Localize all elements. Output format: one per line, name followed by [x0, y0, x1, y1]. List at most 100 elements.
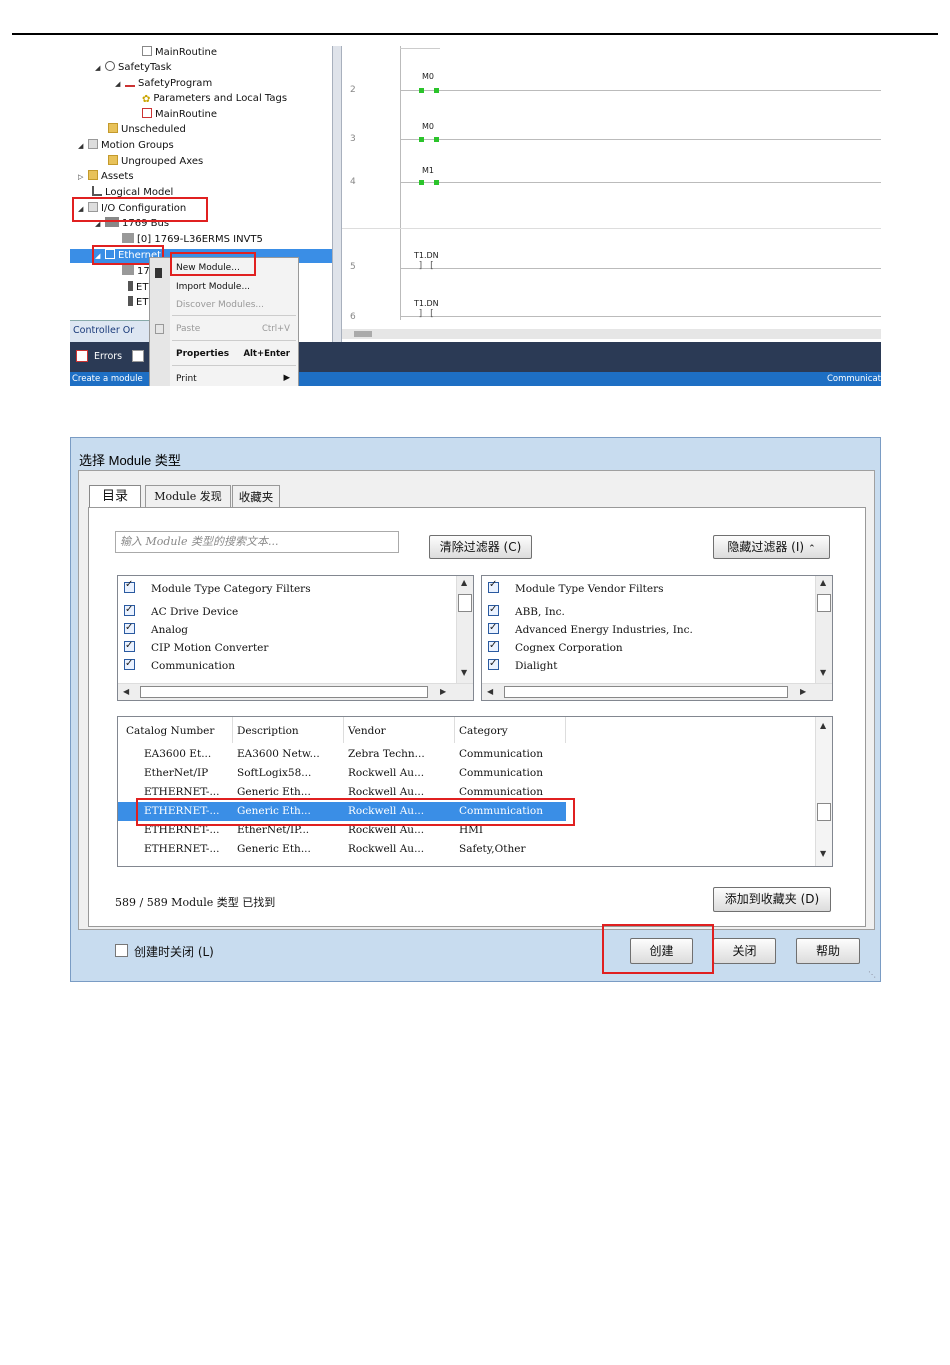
column-header-vendor[interactable]: Vendor: [348, 725, 386, 737]
scroll-left-icon[interactable]: ◀: [487, 687, 493, 696]
filter-item[interactable]: Analog: [124, 620, 188, 638]
scroll-thumb[interactable]: [817, 594, 831, 612]
menu-item-paste[interactable]: Paste: [176, 324, 200, 334]
tree-item-safetytask[interactable]: ◢ SafetyTask: [95, 61, 172, 75]
expand-icon[interactable]: ◢: [95, 61, 105, 75]
expand-icon[interactable]: ◢: [115, 77, 125, 91]
collapse-icon[interactable]: ▷: [78, 170, 88, 184]
checkbox[interactable]: [124, 638, 135, 654]
tree-item-et-2[interactable]: ET: [128, 296, 148, 310]
horizontal-scrollbar[interactable]: ◀ ▶: [118, 683, 473, 700]
checkbox[interactable]: [488, 602, 499, 618]
select-all-checkbox[interactable]: [124, 579, 135, 593]
tree-item-unscheduled[interactable]: Unscheduled: [108, 123, 186, 137]
scroll-down-icon[interactable]: ▼: [820, 668, 826, 677]
errors-icon[interactable]: [76, 350, 88, 362]
vendor-filters-list: Module Type Vendor Filters ABB, Inc. Adv…: [481, 575, 833, 701]
tree-item-module-17[interactable]: 17: [122, 265, 150, 279]
tree-item-ungrouped-axes[interactable]: Ungrouped Axes: [108, 155, 203, 169]
hide-filters-button[interactable]: 隐藏过滤器 (I) ⌃: [713, 535, 830, 559]
checkbox[interactable]: [124, 656, 135, 672]
vertical-scrollbar[interactable]: ▲ ▼: [815, 576, 832, 684]
close-button[interactable]: 关闭: [713, 938, 776, 964]
rung-number: 3: [350, 134, 356, 144]
scroll-thumb[interactable]: [140, 686, 428, 698]
filter-item[interactable]: Cognex Corporation: [488, 638, 623, 656]
tree-item-parameters[interactable]: ✿ Parameters and Local Tags: [142, 92, 287, 106]
select-all-checkbox[interactable]: [488, 579, 499, 593]
controller-organizer-tab[interactable]: Controller Or: [70, 320, 150, 342]
highlight-create-button: [602, 924, 714, 974]
scroll-thumb[interactable]: [817, 803, 831, 821]
scroll-right-icon[interactable]: ▶: [440, 687, 446, 696]
checkbox[interactable]: [124, 602, 135, 618]
vertical-scrollbar[interactable]: ▲ ▼: [815, 717, 832, 866]
tree-item-et-1[interactable]: ET: [128, 281, 148, 295]
add-to-favorites-button[interactable]: 添加到收藏夹 (D): [713, 887, 831, 912]
checkbox[interactable]: [488, 656, 499, 672]
vertical-scrollbar[interactable]: ▲ ▼: [456, 576, 473, 684]
filter-item[interactable]: Dialight: [488, 656, 557, 674]
scroll-up-icon[interactable]: ▲: [820, 721, 826, 730]
column-header-category[interactable]: Category: [459, 725, 508, 737]
ladder-hscrollbar[interactable]: [342, 329, 881, 339]
rung-line[interactable]: [400, 90, 881, 91]
column-divider[interactable]: [454, 717, 455, 743]
scroll-left-icon[interactable]: ◀: [123, 687, 129, 696]
filter-item[interactable]: AC Drive Device: [124, 602, 238, 620]
tab-catalog[interactable]: 目录: [89, 485, 141, 507]
tab-favorites[interactable]: 收藏夹: [232, 485, 280, 507]
resize-grip-icon[interactable]: ⋱: [868, 970, 876, 979]
menu-item-properties[interactable]: Properties: [176, 349, 229, 359]
checkbox[interactable]: [488, 638, 499, 654]
close-on-create-checkbox[interactable]: [115, 944, 128, 957]
scroll-thumb[interactable]: [504, 686, 788, 698]
filter-item[interactable]: ABB, Inc.: [488, 602, 565, 620]
checkbox[interactable]: [488, 620, 499, 636]
scroll-thumb[interactable]: [354, 331, 372, 337]
rung-line[interactable]: [400, 268, 881, 269]
column-divider[interactable]: [343, 717, 344, 743]
scroll-thumb[interactable]: [458, 594, 472, 612]
rung-line[interactable]: [400, 182, 881, 183]
tree-item-motion-groups[interactable]: ◢ Motion Groups: [78, 139, 174, 153]
pane-splitter[interactable]: [332, 46, 342, 346]
errors-tab-label[interactable]: Errors: [94, 351, 122, 362]
scroll-down-icon[interactable]: ▼: [820, 849, 826, 858]
close-on-create-option[interactable]: 创建时关闭 (L): [115, 943, 214, 960]
tree-item-safetyprogram[interactable]: ◢ SafetyProgram: [115, 77, 212, 91]
scroll-up-icon[interactable]: ▲: [820, 578, 826, 587]
rung-line[interactable]: [400, 139, 881, 140]
column-divider[interactable]: [232, 717, 233, 743]
tab-module-discovery[interactable]: Module 发现: [145, 485, 231, 507]
help-button[interactable]: 帮助: [796, 938, 860, 964]
filter-item[interactable]: Communication: [124, 656, 235, 674]
tree-item-mainroutine[interactable]: MainRoutine: [142, 46, 217, 60]
scroll-up-icon[interactable]: ▲: [461, 578, 467, 587]
menu-item-discover-modules[interactable]: Discover Modules...: [176, 300, 264, 310]
menu-item-import-module[interactable]: Import Module...: [176, 282, 250, 292]
column-header-description[interactable]: Description: [237, 725, 299, 737]
filter-item[interactable]: Advanced Energy Industries, Inc.: [488, 620, 693, 638]
tree-item-assets[interactable]: ▷ Assets: [78, 170, 134, 184]
clear-filters-button[interactable]: 清除过滤器 (C): [429, 535, 532, 559]
checkbox[interactable]: [124, 620, 135, 636]
filter-item[interactable]: CIP Motion Converter: [124, 638, 268, 656]
column-header-catalog-number[interactable]: Catalog Number: [126, 725, 214, 737]
energized-contact-right: [434, 180, 439, 185]
search-results-icon[interactable]: [132, 350, 144, 362]
horizontal-scrollbar[interactable]: ◀ ▶: [482, 683, 832, 700]
ladder-editor: 2 M0 3 M0 4 M1 5 T1.DN ] [ 6 T1.DN ] [: [342, 46, 881, 322]
scroll-right-icon[interactable]: ▶: [800, 687, 806, 696]
expand-icon[interactable]: ◢: [78, 139, 88, 153]
table-row[interactable]: EA3600 Et... EA3600 Netw... Zebra Techn...…: [118, 745, 813, 764]
table-row[interactable]: ETHERNET-... Generic Eth... Rockwell Au...…: [118, 840, 813, 859]
table-row[interactable]: EtherNet/IP SoftLogix58... Rockwell Au... C…: [118, 764, 813, 783]
search-input[interactable]: 输入 Module 类型的搜索文本...: [115, 531, 399, 553]
page-top-rule: [12, 33, 938, 35]
column-divider[interactable]: [565, 717, 566, 743]
rung-line[interactable]: [400, 316, 881, 317]
menu-item-print[interactable]: Print: [176, 374, 197, 384]
scroll-down-icon[interactable]: ▼: [461, 668, 467, 677]
tree-item-mainroutine-2[interactable]: MainRoutine: [142, 108, 217, 122]
